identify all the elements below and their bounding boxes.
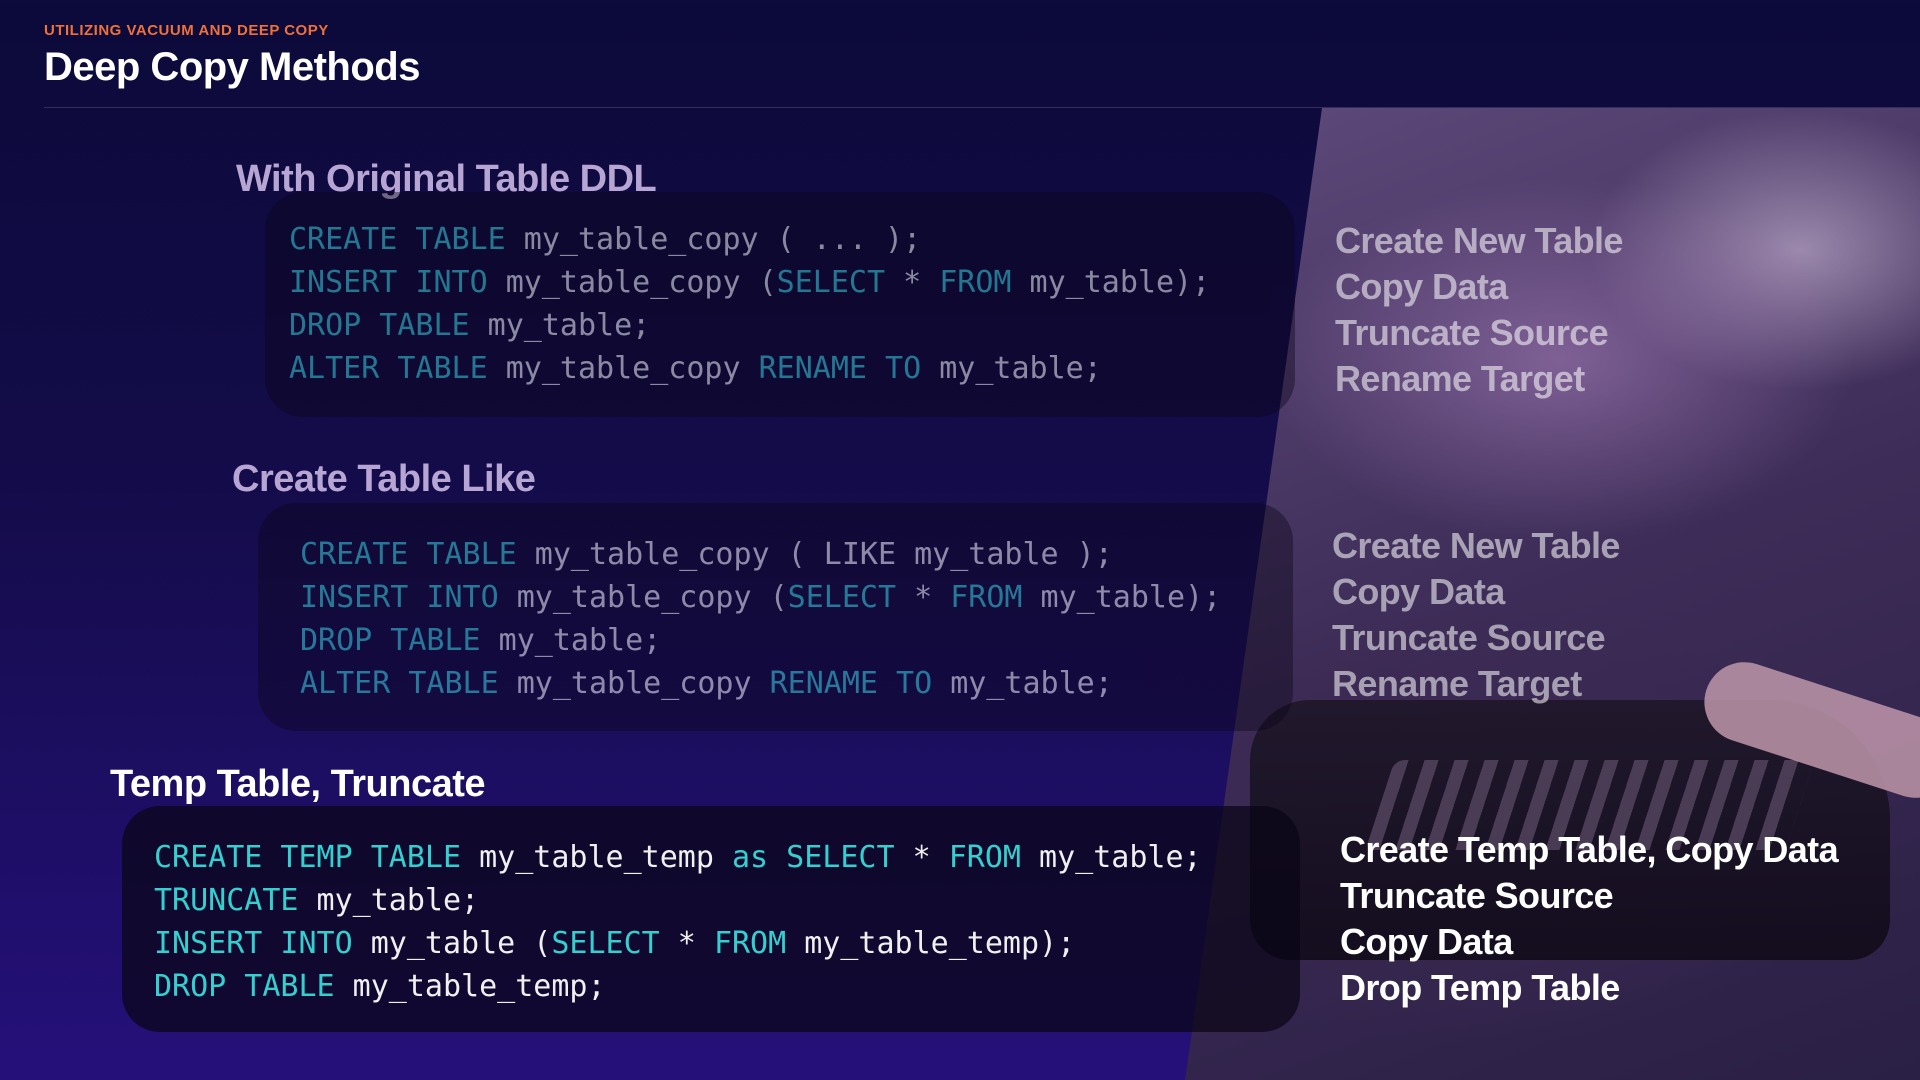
code-line: DROP TABLE my_table_temp; [154, 965, 1276, 1008]
sql-keyword: FROM [939, 265, 1012, 300]
code-block-temp-table-truncate: CREATE TEMP TABLE my_table_temp as SELEC… [122, 806, 1300, 1032]
sql-keyword: FROM [948, 840, 1021, 875]
sql-keyword: INSERT INTO [289, 265, 488, 300]
sql-keyword: CREATE TEMP TABLE [154, 840, 462, 875]
step-item: Truncate Source [1332, 617, 1606, 658]
sql-text: my_table; [932, 666, 1113, 701]
sql-text: my_table_copy ( [487, 265, 777, 300]
sql-text: my_table); [1022, 580, 1222, 615]
sql-keyword: DROP TABLE [154, 969, 335, 1004]
sql-text: my_table_copy [498, 666, 770, 701]
steps-original-ddl: Create New Table Copy Data Truncate Sour… [1335, 218, 1623, 402]
sql-keyword: SELECT [551, 926, 660, 961]
sql-text: my_table); [1011, 265, 1211, 300]
sql-keyword: FROM [950, 580, 1023, 615]
sql-text: my_table_copy ( [498, 580, 788, 615]
sql-keyword: as SELECT [731, 840, 895, 875]
step-item: Rename Target [1335, 358, 1585, 399]
sql-text: my_table_copy ( LIKE my_table ); [516, 537, 1113, 572]
sql-text: my_table ( [352, 926, 552, 961]
sql-text: my_table; [480, 623, 662, 658]
step-item: Copy Data [1332, 571, 1505, 612]
sql-keyword: FROM [713, 926, 787, 961]
sql-keyword: CREATE TABLE [300, 537, 517, 572]
step-item: Truncate Source [1335, 312, 1609, 353]
sql-keyword: SELECT [776, 265, 886, 300]
sql-keyword: INSERT INTO [300, 580, 499, 615]
code-line: CREATE TEMP TABLE my_table_temp as SELEC… [154, 836, 1276, 879]
sql-text: my_table_temp); [786, 926, 1076, 961]
sql-keyword: CREATE TABLE [289, 222, 506, 257]
sql-text: my_table; [921, 351, 1102, 386]
code-line: DROP TABLE my_table; [300, 619, 1269, 662]
code-block-original-ddl: CREATE TABLE my_table_copy ( ... ); INSER… [265, 192, 1295, 417]
sql-text: * [894, 840, 949, 875]
sql-text: * [659, 926, 714, 961]
code-line: CREATE TABLE my_table_copy ( LIKE my_tab… [300, 533, 1269, 576]
step-item: Drop Temp Table [1340, 967, 1620, 1008]
sql-text: * [885, 265, 940, 300]
sql-keyword: DROP TABLE [300, 623, 481, 658]
sql-keyword: TRUNCATE [154, 883, 299, 918]
step-item: Rename Target [1332, 663, 1582, 704]
code-line: CREATE TABLE my_table_copy ( ... ); [289, 218, 1271, 261]
code-line: ALTER TABLE my_table_copy RENAME TO my_t… [289, 347, 1271, 390]
step-item: Create New Table [1332, 525, 1620, 566]
slide-title: Deep Copy Methods [44, 45, 420, 89]
code-block-create-table-like: CREATE TABLE my_table_copy ( LIKE my_tab… [258, 503, 1293, 731]
sql-keyword: ALTER TABLE [289, 351, 488, 386]
code-line: DROP TABLE my_table; [289, 304, 1271, 347]
sql-keyword: SELECT [787, 580, 897, 615]
section-title-temp-table-truncate: Temp Table, Truncate [110, 763, 486, 805]
steps-create-table-like: Create New Table Copy Data Truncate Sour… [1332, 523, 1620, 707]
sql-keyword: ALTER TABLE [300, 666, 499, 701]
code-line: INSERT INTO my_table_copy (SELECT * FROM… [289, 261, 1271, 304]
section-title-create-table-like: Create Table Like [232, 458, 536, 500]
sql-text: my_table; [298, 883, 480, 918]
sql-text: my_table_temp [461, 840, 732, 875]
sql-keyword: DROP TABLE [289, 308, 470, 343]
sql-keyword: RENAME TO [769, 666, 933, 701]
code-line: INSERT INTO my_table (SELECT * FROM my_t… [154, 922, 1276, 965]
code-line: ALTER TABLE my_table_copy RENAME TO my_t… [300, 662, 1269, 705]
header-divider [44, 107, 1920, 108]
step-item: Create New Table [1335, 220, 1623, 261]
sql-text: my_table; [469, 308, 651, 343]
step-item: Copy Data [1340, 921, 1513, 962]
slide-eyebrow: UTILIZING VACUUM AND DEEP COPY [44, 22, 329, 39]
sql-keyword: INSERT INTO [154, 926, 353, 961]
sql-text: my_table; [1020, 840, 1202, 875]
step-item: Truncate Source [1340, 875, 1614, 916]
sql-text: * [896, 580, 951, 615]
code-line: TRUNCATE my_table; [154, 879, 1276, 922]
slide-header: UTILIZING VACUUM AND DEEP COPY Deep Copy… [44, 22, 420, 90]
sql-keyword: RENAME TO [758, 351, 922, 386]
code-line: INSERT INTO my_table_copy (SELECT * FROM… [300, 576, 1269, 619]
step-item: Create Temp Table, Copy Data [1340, 829, 1839, 870]
sql-text: my_table_copy [487, 351, 759, 386]
steps-temp-table-truncate: Create Temp Table, Copy Data Truncate So… [1340, 827, 1839, 1011]
sql-text: my_table_copy ( ... ); [505, 222, 922, 257]
sql-text: my_table_temp; [334, 969, 606, 1004]
step-item: Copy Data [1335, 266, 1508, 307]
